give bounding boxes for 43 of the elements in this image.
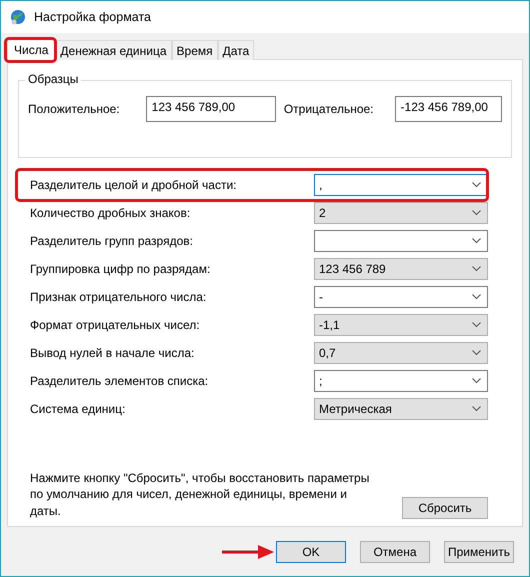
chevron-icon <box>472 182 481 188</box>
tab[interactable]: Время <box>172 40 218 60</box>
setting-label: Система единиц: <box>30 402 126 416</box>
group-title: Образцы <box>25 72 82 86</box>
setting-label: Разделитель целой и дробной части: <box>30 178 237 192</box>
chevron-icon <box>472 378 481 384</box>
sample-field: -123 456 789,00 <box>394 96 502 122</box>
dropdown[interactable]: ; <box>314 370 488 392</box>
setting-label: Группировка цифр по разрядам: <box>30 262 210 276</box>
sample-label: Отрицательное: <box>284 102 374 116</box>
tab[interactable]: Дата <box>218 40 254 60</box>
setting-label: Вывод нулей в начале числа: <box>30 346 194 360</box>
dropdown[interactable]: Метрическая <box>314 398 488 420</box>
dropdown[interactable]: 2 <box>314 202 488 224</box>
sample-field: 123 456 789,00 <box>146 96 276 122</box>
reset-hint: Нажмите кнопку "Сбросить", чтобы восстановить параметры по умолчанию для чисел, денежной единицы, времени и даты. <box>30 470 370 519</box>
chevron-icon <box>472 266 481 272</box>
chevron-icon <box>472 406 481 412</box>
chevron-icon <box>472 350 481 356</box>
setting-label: Разделитель групп разрядов: <box>30 234 193 248</box>
setting-label: Формат отрицательных чисел: <box>30 318 200 332</box>
reset-button[interactable]: Сбросить <box>402 497 488 519</box>
dialog-button[interactable]: Применить <box>444 540 514 562</box>
chevron-icon <box>472 210 481 216</box>
tab[interactable]: Денежная единица <box>55 40 172 60</box>
dropdown[interactable]: 0,7 <box>314 342 488 364</box>
chevron-icon <box>472 322 481 328</box>
dropdown[interactable] <box>314 230 488 252</box>
dropdown[interactable]: -1,1 <box>314 314 488 336</box>
dialog-button[interactable]: OK <box>276 540 346 562</box>
window-title: Настройка формата <box>34 10 152 24</box>
setting-label: Признак отрицательного числа: <box>30 290 206 304</box>
dialog-button[interactable]: Отмена <box>360 540 430 562</box>
tab[interactable]: Числа <box>7 39 56 61</box>
setting-label: Количество дробных знаков: <box>30 206 190 220</box>
dropdown[interactable]: 123 456 789 <box>314 258 488 280</box>
sample-label: Положительное: <box>28 102 120 116</box>
chevron-icon <box>472 238 481 244</box>
setting-label: Разделитель элементов списка: <box>30 374 208 388</box>
dropdown[interactable]: - <box>314 286 488 308</box>
globe-icon <box>10 9 26 25</box>
dropdown[interactable]: , <box>314 174 488 196</box>
chevron-icon <box>472 294 481 300</box>
